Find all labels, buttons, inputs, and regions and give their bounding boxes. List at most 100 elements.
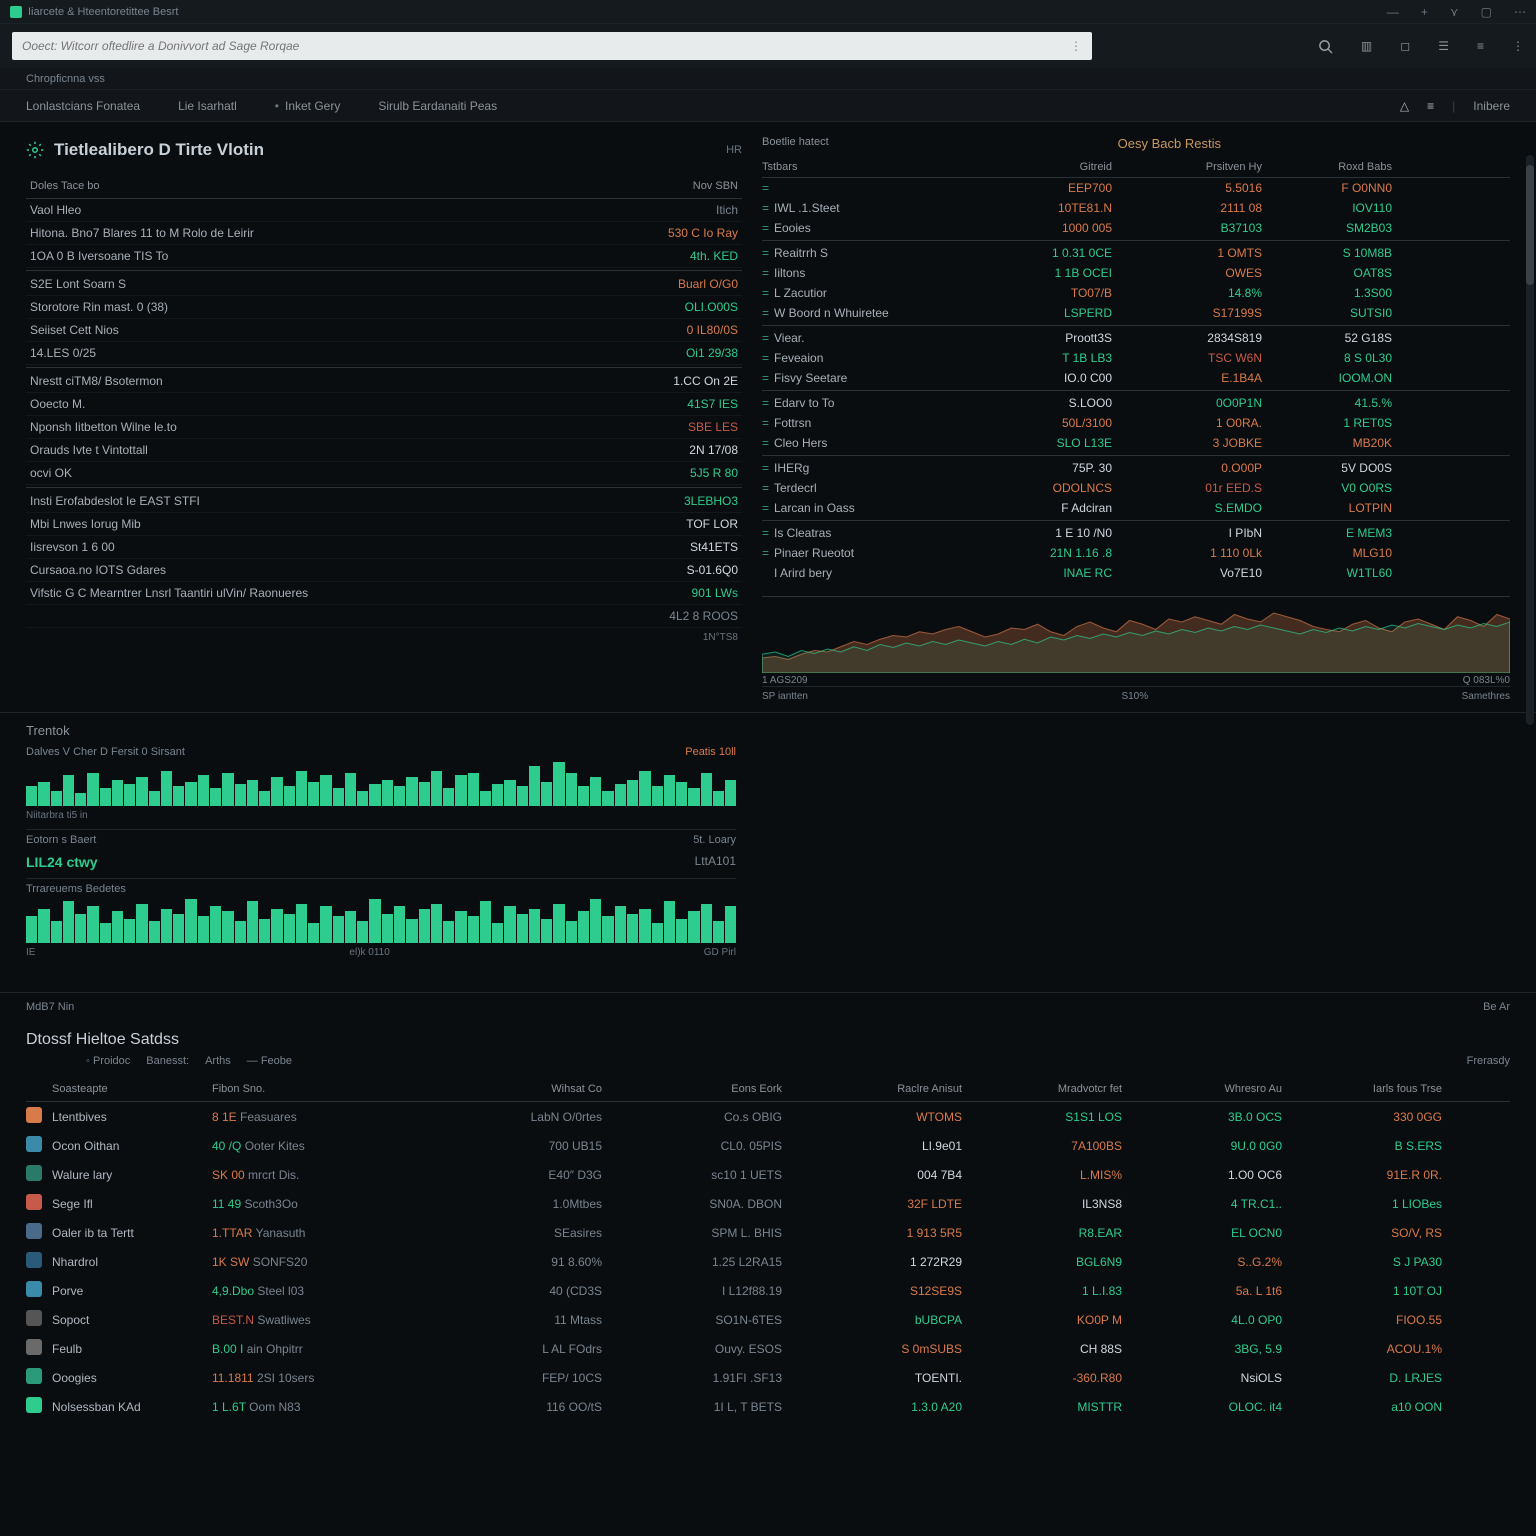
left-row[interactable]: Iisrevson 1 6 00St41ETS xyxy=(26,536,742,559)
left-row[interactable]: 1OA 0 B Iversoane TIS To4th. KED xyxy=(26,245,742,268)
panel-icon[interactable]: ▥ xyxy=(1361,39,1372,53)
tab-2[interactable]: Lie Isarhatl xyxy=(178,99,237,113)
right-row[interactable]: =Larcan in OassF AdciranS.EMDOLOTPIN xyxy=(762,498,1510,518)
window-icon[interactable]: ◻ xyxy=(1400,39,1410,53)
right-row[interactable]: =Fottrsn50L/31001 O0RA.1 RET0S xyxy=(762,413,1510,433)
bottom-legend: ◦ Proidoc Banesst: Arths — Feobe Frerasd… xyxy=(26,1055,1510,1067)
axis-l: IE xyxy=(26,947,35,958)
chart-right-label: Peatis 10ll xyxy=(685,746,736,758)
bottom-row[interactable]: Ocon Oithan40 /Q Ooter Kites700 UB15CL0.… xyxy=(26,1131,1510,1160)
bcol-5: Raclre Anisut xyxy=(782,1083,962,1095)
left-rows: Vaol HleoItichHitona. Bno7 Blares 11 to … xyxy=(26,199,742,628)
tab-4[interactable]: Sirulb Eardanaiti Peas xyxy=(378,99,497,113)
scrollbar[interactable] xyxy=(1526,155,1534,725)
tab-right-link[interactable]: Inibere xyxy=(1473,99,1510,113)
bottom-header-left: MdB7 Nin xyxy=(26,1001,74,1013)
right-row[interactable]: =Cleo HersSLO L13E3 JOBKEMB20K xyxy=(762,433,1510,453)
left-row[interactable]: Nrestt ciTM8/ Bsotermon1.CC On 2E xyxy=(26,367,742,393)
left-row[interactable]: S2E Lont Soarn SBuarl O/G0 xyxy=(26,270,742,296)
bottom-section: Dtossf Hieltoe Satdss ◦ Proidoc Banesst:… xyxy=(0,1021,1536,1431)
search-input[interactable] xyxy=(22,39,1070,53)
left-row[interactable]: Ooecto M.41S7 IES xyxy=(26,393,742,416)
left-row[interactable]: Insti Erofabdeslot Ie EAST STFI3LEBHO3 xyxy=(26,487,742,513)
right-row[interactable]: =IHERg75P. 300.O00P5V DO0S xyxy=(762,455,1510,478)
bottom-row[interactable]: Nolsessban KAd1 L.6T Oom N83116 OO/tS1I … xyxy=(26,1392,1510,1421)
bottom-row[interactable]: SopoctBEST.N Swatliwes11 MtassSO1N-6TESb… xyxy=(26,1305,1510,1334)
left-row[interactable]: Vifstic G C Mearntrer Lnsrl Taantiri ulV… xyxy=(26,582,742,605)
export-icon[interactable]: △ xyxy=(1400,99,1409,113)
list-icon[interactable]: ≡ xyxy=(1427,99,1434,113)
chart-subtitle: Dalves V Cher D Fersit 0 Sirsant xyxy=(26,746,185,758)
menu-icon[interactable]: ☰ xyxy=(1438,39,1449,53)
bottom-table-header: Soasteapte Fibon Sno. Wihsat Co Eons Eor… xyxy=(26,1077,1510,1102)
left-row[interactable]: Nponsh Iitbetton Wilne le.toSBE LES xyxy=(26,416,742,439)
right-row[interactable]: I Arird beryINAE RCVo7E10W1TL60 xyxy=(762,563,1510,583)
settings-icon[interactable]: ≡ xyxy=(1477,39,1484,53)
titlebar: Iiarcete & Hteentoretittee Besrt — + ⋎ ▢… xyxy=(0,0,1536,24)
right-row[interactable]: =FeveaionT 1B LB3TSC W6N8 S 0L30 xyxy=(762,348,1510,368)
right-row[interactable]: =Iiltons1 1B OCEIOWESOAT8S xyxy=(762,263,1510,283)
search-icon[interactable] xyxy=(1318,39,1333,54)
bottom-row[interactable]: Nhardrol1K SW SONFS2091 8.60%1.25 L2RA15… xyxy=(26,1247,1510,1276)
search-row: ⋮ ▥ ◻ ☰ ≡ ⋮ xyxy=(0,24,1536,68)
right-panel: Boetlie hatect Oesy Bacb Restis Tstbars … xyxy=(750,122,1536,712)
right-row[interactable]: =EEP7005.5016F O0NN0 xyxy=(762,178,1510,198)
chart-title: Trentok xyxy=(26,723,736,738)
right-sub-left: Boetlie hatect xyxy=(762,136,829,151)
left-row[interactable]: Vaol HleoItich xyxy=(26,199,742,222)
gear-icon xyxy=(26,141,44,159)
axis-m: el)k 0110 xyxy=(349,947,389,958)
right-row[interactable]: =L ZacutiorTO07/B14.8%1.3S00 xyxy=(762,283,1510,303)
left-row[interactable]: Hitona. Bno7 Blares 11 to M Rolo de Leir… xyxy=(26,222,742,245)
right-row[interactable]: =W Boord n WhuireteeLSPERDS17199SSUTSI0 xyxy=(762,303,1510,323)
right-row[interactable]: Doatvter Tirwet.110,10E3L 0.0RALO500 xyxy=(762,583,1510,588)
bottom-row[interactable]: Ltentbives8 1E FeasuaresLabN O/0rtesCo.s… xyxy=(26,1102,1510,1131)
hr-label[interactable]: HR xyxy=(726,144,742,156)
right-row[interactable]: =TerdecrlODOLNCS01r EED.SV0 O0RS xyxy=(762,478,1510,498)
tab-3[interactable]: •Inket Gery xyxy=(275,99,341,113)
bcol-4: Eons Eork xyxy=(602,1083,782,1095)
bottom-header: MdB7 Nin Be Ar xyxy=(0,992,1536,1021)
bottom-row[interactable]: Sege Ifl11 49 Scoth3Oo1.0MtbesSN0A. DBON… xyxy=(26,1189,1510,1218)
bottom-row[interactable]: Ooogies11.1811 2SI 10sersFEP/ 10CS1.91FI… xyxy=(26,1363,1510,1392)
left-row[interactable]: 4L2 8 ROOS xyxy=(26,605,742,628)
right-row[interactable]: =Pinaer Rueotot21N 1.16 .81 110 0LkMLG10 xyxy=(762,543,1510,563)
rchart-label-1: 1 AGS209 xyxy=(762,675,808,686)
bcol-7: Whresro Au xyxy=(1122,1083,1282,1095)
bcol-8: Iarls fous Trse xyxy=(1282,1083,1442,1095)
legend-3: Arths xyxy=(205,1055,231,1067)
right-row[interactable]: =Edarv to ToS.LOO00O0P1N41.5.% xyxy=(762,390,1510,413)
left-row[interactable]: Seiiset Cett Nios0 IL80/0S xyxy=(26,319,742,342)
bottom-row[interactable]: Porve4,9.Dbo Steel l0340 (CD3SI L12f88.1… xyxy=(26,1276,1510,1305)
left-row[interactable]: 14.LES 0/25Oi1 29/38 xyxy=(26,342,742,365)
right-row[interactable]: =Is Cleatras1 E 10 /N0I PIbNE MEM3 xyxy=(762,520,1510,543)
search-box[interactable]: ⋮ xyxy=(12,32,1092,60)
right-row[interactable]: =Eooies1000 005B37103SM2B03 xyxy=(762,218,1510,238)
plus-icon[interactable]: + xyxy=(1421,5,1428,19)
legend-right: Frerasdy xyxy=(1467,1055,1510,1067)
left-row[interactable]: ocvi OK5J5 R 80 xyxy=(26,462,742,485)
filter-icon[interactable]: ⋎ xyxy=(1450,5,1459,19)
bcol-3: Wihsat Co xyxy=(452,1083,602,1095)
left-row[interactable]: Orauds Ivte t Vintottall2N 17/08 xyxy=(26,439,742,462)
close-icon[interactable]: ⋯ xyxy=(1514,5,1526,19)
tab-1[interactable]: Lonlastcians Fonatea xyxy=(26,99,140,113)
right-row[interactable]: =Viear.Proott3S2834S81952 G18S xyxy=(762,325,1510,348)
left-panel: Tietlealibero D Tirte Vlotin HR Doles Ta… xyxy=(0,122,750,712)
maximize-icon[interactable]: ▢ xyxy=(1481,5,1492,19)
scrollbar-thumb[interactable] xyxy=(1526,165,1534,285)
left-row[interactable]: Storotore Rin mast. 0 (38)OLI.O00S xyxy=(26,296,742,319)
subheader: Chropficnna vss xyxy=(0,68,1536,90)
bottom-row[interactable]: FeulbB.00 I ain OhpitrrL AL FOdrsOuvy. E… xyxy=(26,1334,1510,1363)
left-row[interactable]: Mbi Lnwes Iorug MibTOF LOR xyxy=(26,513,742,536)
right-row[interactable]: =Fisvy SeetareIO.0 C00E.1B4AIOOM.ON xyxy=(762,368,1510,388)
minimize-icon[interactable]: — xyxy=(1387,5,1399,19)
search-clear-icon[interactable]: ⋮ xyxy=(1070,39,1082,53)
left-row[interactable]: Cursaoa.no IOTS GdaresS-01.6Q0 xyxy=(26,559,742,582)
box-value: LIL24 ctwy xyxy=(26,854,98,870)
more-icon[interactable]: ⋮ xyxy=(1512,39,1524,53)
right-row[interactable]: =Reaitrrh S1 0.31 0CE1 OMTSS 10M8B xyxy=(762,240,1510,263)
bottom-row[interactable]: Walure larySK 00 mrcrt Dis.E40″ D3Gsc10 … xyxy=(26,1160,1510,1189)
right-row[interactable]: =IWL .1.Steet10TE81.N2111 08IOV110 xyxy=(762,198,1510,218)
bottom-row[interactable]: Oaler ib ta Tertt1.TTAR YanasuthSEasires… xyxy=(26,1218,1510,1247)
